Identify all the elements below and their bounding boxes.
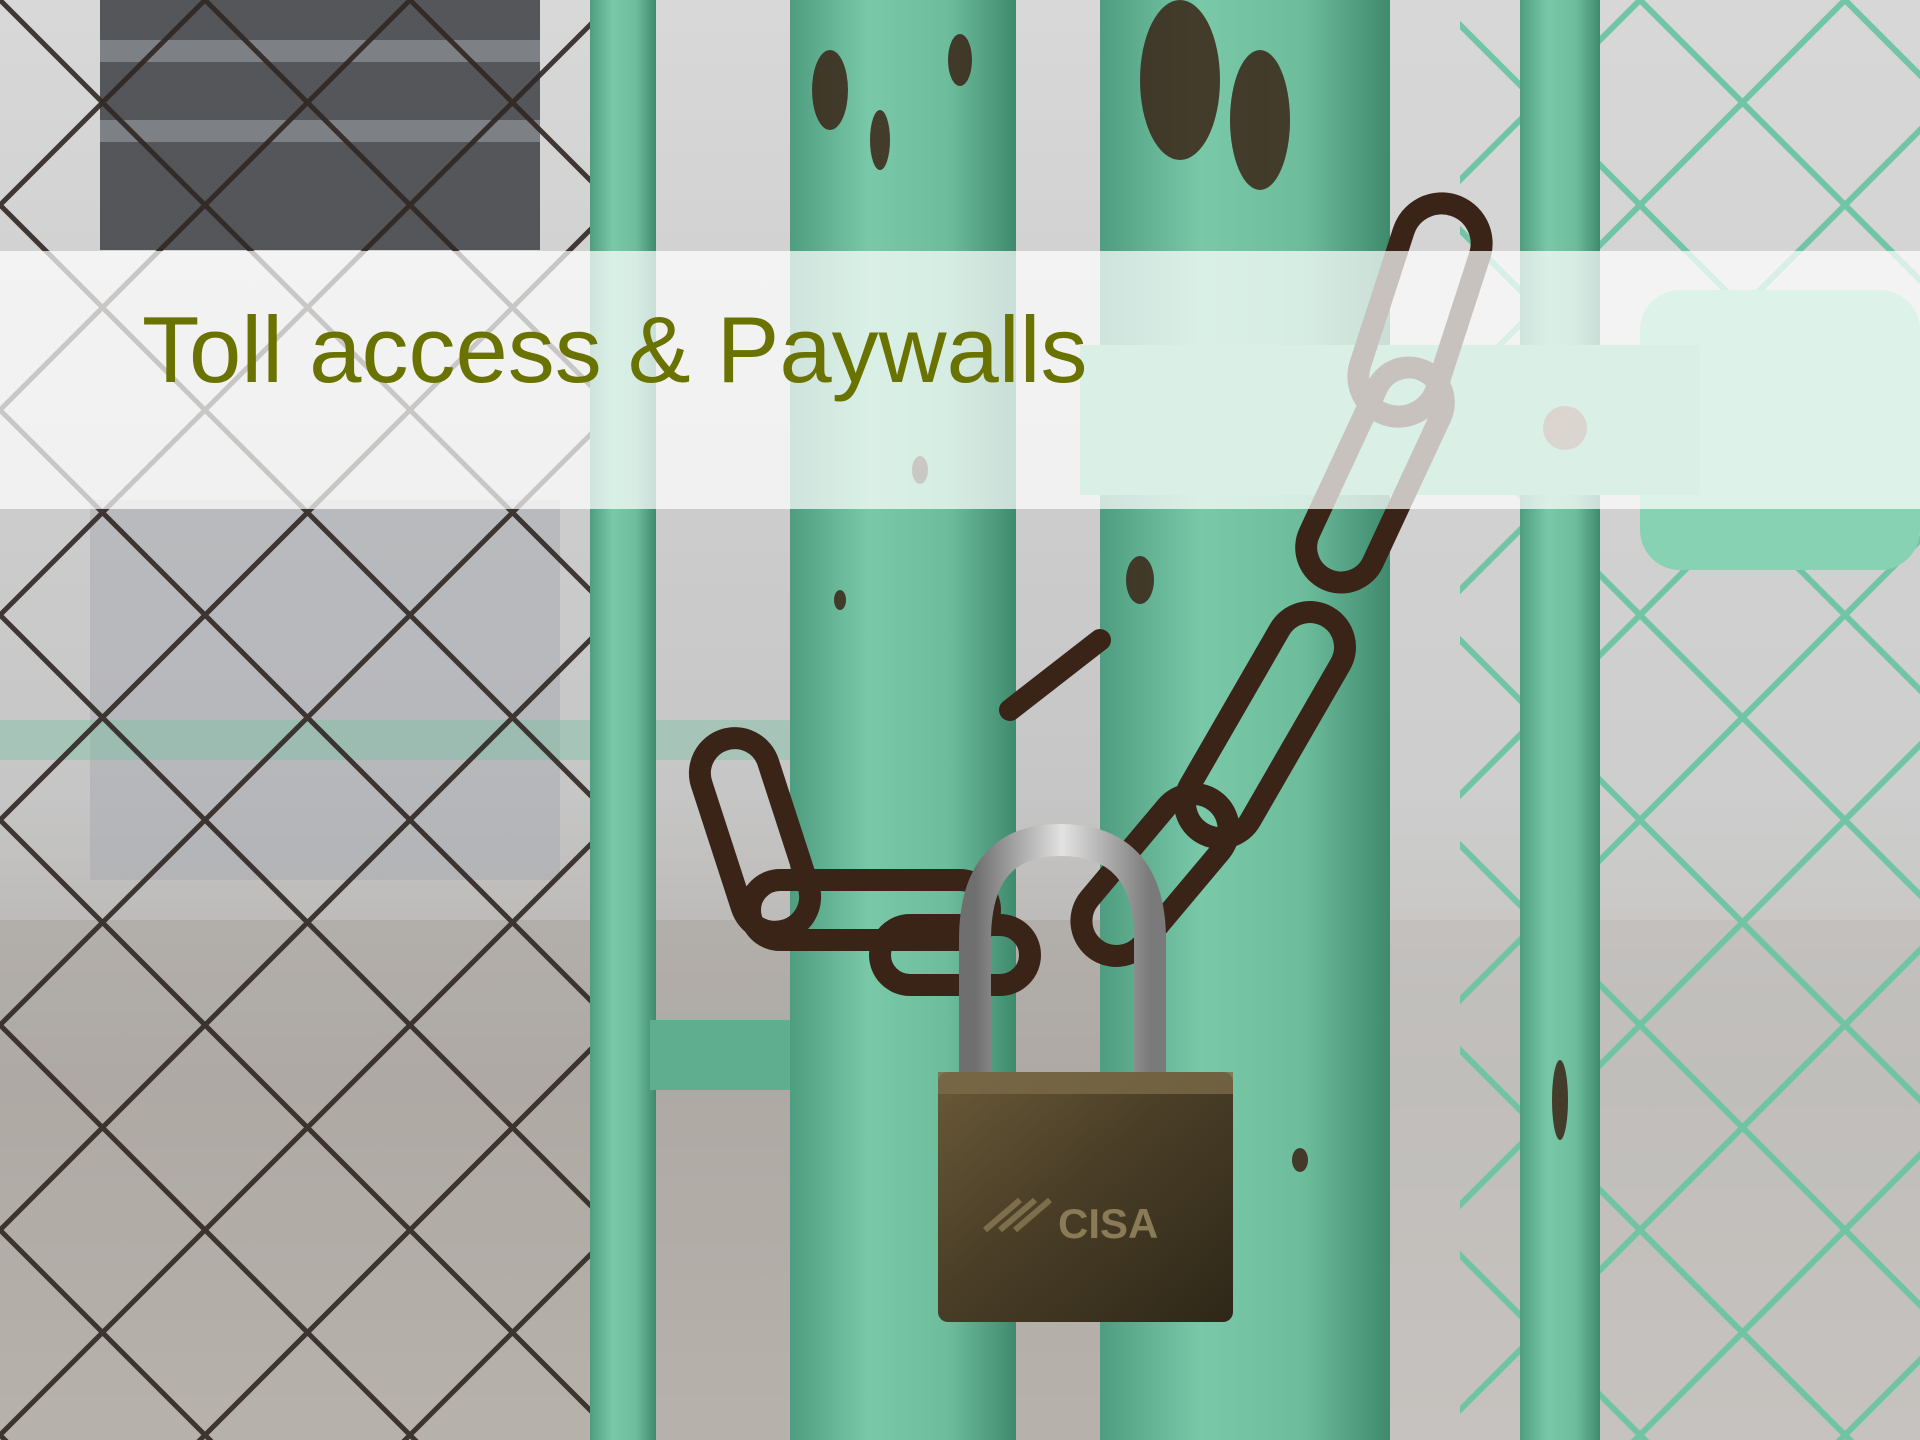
slide-title: Toll access & Paywalls	[142, 297, 1088, 402]
slide: CISA Toll access & Paywalls	[0, 0, 1920, 1440]
padlock-gate-photo: CISA	[0, 0, 1920, 1440]
padlock-brand-text: CISA	[1058, 1200, 1158, 1247]
